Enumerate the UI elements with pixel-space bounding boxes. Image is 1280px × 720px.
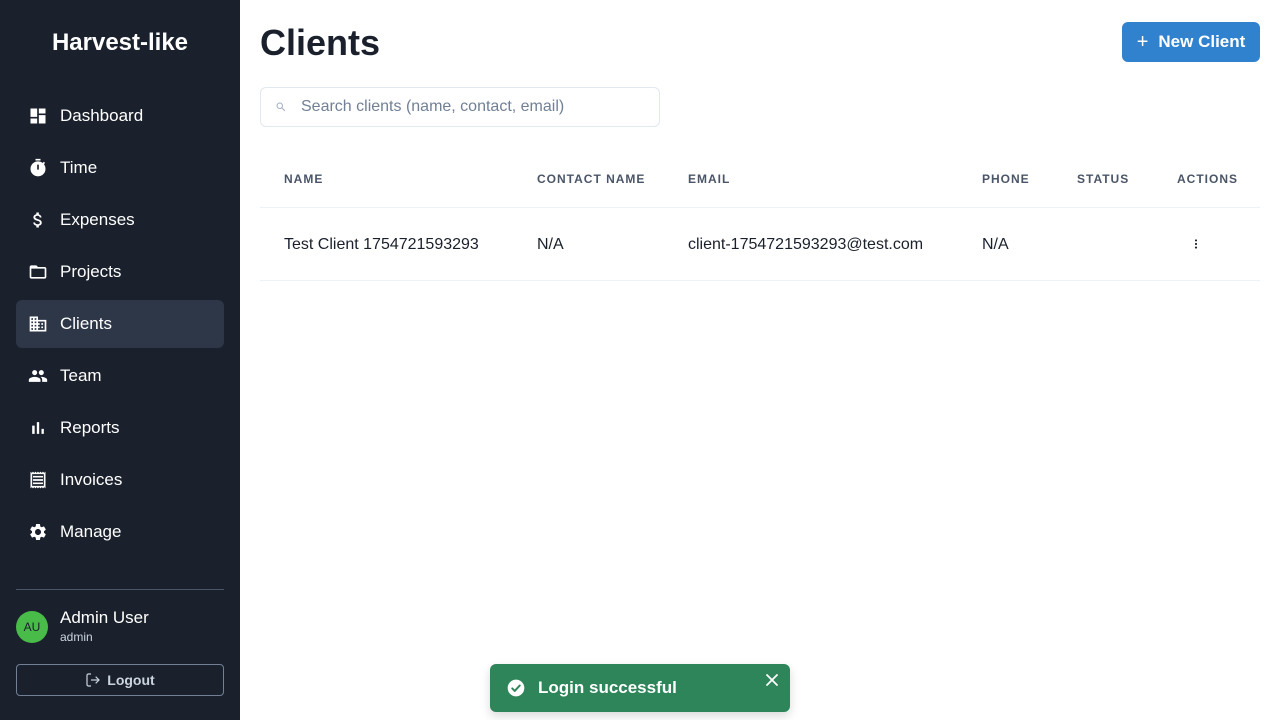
row-actions-menu-button[interactable] xyxy=(1186,234,1206,254)
column-header-actions: ACTIONS xyxy=(1177,172,1238,186)
sidebar-item-label: Clients xyxy=(60,314,112,333)
toast-message: Login successful xyxy=(538,678,677,697)
sidebar-item-label: Manage xyxy=(60,522,122,541)
user-profile: AU Admin User admin xyxy=(16,608,149,646)
page-title: Clients xyxy=(260,22,381,63)
check-circle-icon xyxy=(507,679,525,697)
sidebar-item-time[interactable]: Time xyxy=(16,144,224,192)
sidebar-item-label: Reports xyxy=(60,418,120,437)
new-client-button[interactable]: + New Client xyxy=(1122,22,1260,62)
sidebar-item-label: Team xyxy=(60,366,102,385)
bar-chart-icon xyxy=(28,418,48,438)
sidebar-item-reports[interactable]: Reports xyxy=(16,404,224,452)
search-box xyxy=(260,87,660,127)
column-header-email[interactable]: EMAIL xyxy=(688,150,948,208)
user-info: Admin User admin xyxy=(60,608,149,646)
gear-icon xyxy=(28,522,48,542)
new-client-label: New Client xyxy=(1158,32,1246,51)
sidebar-item-label: Invoices xyxy=(60,470,123,489)
dashboard-icon xyxy=(28,106,48,126)
email-cell: client-1754721593293@test.com xyxy=(688,235,924,253)
table-row[interactable]: Test Client 1754721593293 N/A client-175… xyxy=(260,208,1260,281)
sidebar-nav: Dashboard Time Expenses Projects Clients… xyxy=(16,92,224,560)
user-name: Admin User xyxy=(60,608,149,627)
user-role: admin xyxy=(60,630,93,644)
column-header-name[interactable]: NAME xyxy=(284,150,504,208)
column-header-contact-name[interactable]: CONTACT NAME xyxy=(537,150,647,208)
sidebar-item-label: Time xyxy=(60,158,98,177)
table-header: NAME CONTACT NAME EMAIL PHONE STATUS ACT… xyxy=(260,150,1260,208)
logout-button[interactable]: Logout xyxy=(16,664,224,696)
column-header-status[interactable]: STATUS xyxy=(1077,150,1157,208)
toast-notification: Login successful xyxy=(490,664,790,712)
dollar-icon xyxy=(28,210,48,230)
column-header-phone[interactable]: PHONE xyxy=(982,150,1062,208)
search-icon xyxy=(276,102,286,112)
app-title: Harvest-like xyxy=(51,29,189,56)
toast-close-button[interactable] xyxy=(766,673,780,687)
receipt-icon xyxy=(28,470,48,490)
sidebar-item-expenses[interactable]: Expenses xyxy=(16,196,224,244)
sidebar-divider xyxy=(16,589,224,590)
sidebar-item-label: Expenses xyxy=(60,210,135,229)
avatar: AU xyxy=(16,611,48,643)
folder-icon xyxy=(28,262,48,282)
sidebar-item-label: Dashboard xyxy=(60,106,144,125)
client-name-cell[interactable]: Test Client 1754721593293 xyxy=(284,208,504,281)
phone-cell: N/A xyxy=(982,235,1009,253)
search-input[interactable] xyxy=(301,98,641,116)
sidebar-item-clients[interactable]: Clients xyxy=(16,300,224,348)
clients-table: NAME CONTACT NAME EMAIL PHONE STATUS ACT… xyxy=(260,150,1260,281)
sidebar-item-invoices[interactable]: Invoices xyxy=(16,456,224,504)
stopwatch-icon xyxy=(28,158,48,178)
sidebar-item-dashboard[interactable]: Dashboard xyxy=(16,92,224,140)
team-icon xyxy=(28,366,48,386)
sidebar-item-projects[interactable]: Projects xyxy=(16,248,224,296)
sidebar: Harvest-like Dashboard Time Expenses Pro… xyxy=(0,0,240,720)
building-icon xyxy=(28,314,48,334)
contact-name-cell: N/A xyxy=(537,235,564,253)
close-icon xyxy=(766,674,778,686)
sidebar-item-team[interactable]: Team xyxy=(16,352,224,400)
status-cell xyxy=(1077,208,1157,281)
logout-icon xyxy=(86,673,101,687)
plus-icon: + xyxy=(1136,31,1149,53)
sidebar-item-label: Projects xyxy=(60,262,122,281)
sidebar-item-manage[interactable]: Manage xyxy=(16,508,224,556)
logout-label: Logout xyxy=(107,672,155,688)
more-vertical-icon xyxy=(1194,239,1198,249)
